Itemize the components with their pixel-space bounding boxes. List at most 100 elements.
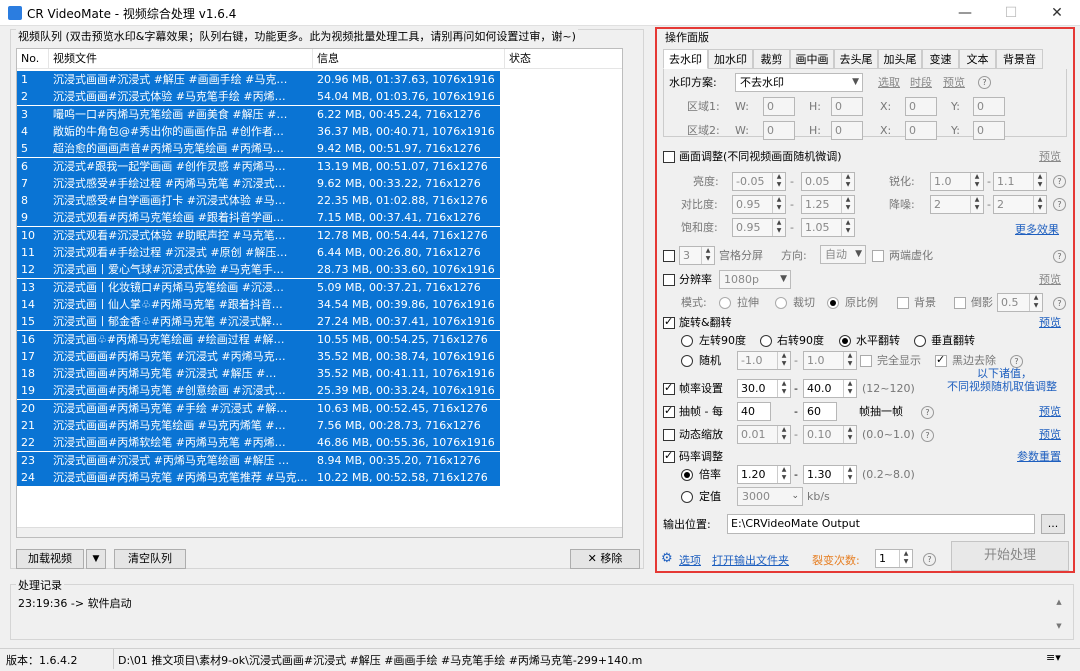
brightness-max[interactable]: 0.05 ▲ ▼: [801, 172, 855, 191]
contrast-min[interactable]: 0.95 ▲ ▼: [732, 195, 786, 214]
table-row[interactable]: 7 沉浸式感受#手绘过程 #丙烯马克笔 #沉浸式… 9.62 MB, 00:33.2…: [17, 174, 500, 192]
bitrate-ratio-max[interactable]: 1.30 ▲ ▼: [803, 465, 857, 484]
preview-link[interactable]: 预览: [943, 75, 965, 91]
table-row[interactable]: 4 敞姤的牛角包@#秀出你的画画作品 #创作者… 36.37 MB, 00:40.7…: [17, 122, 500, 140]
table-row[interactable]: 22 沉浸式画画#丙烯软绘笔 #丙烯马克笔 #丙烯… 46.86 MB, 00:55…: [17, 434, 500, 452]
tab-6[interactable]: 变速: [922, 49, 959, 69]
wm-scheme-select[interactable]: 不去水印 ▼: [735, 73, 863, 92]
fps-min[interactable]: 30.0 ▲ ▼: [737, 379, 791, 398]
area2-x-input[interactable]: 0: [905, 121, 937, 140]
bitrate-ratio-min[interactable]: 1.20 ▲ ▼: [737, 465, 791, 484]
brightness-min[interactable]: -0.05 ▲ ▼: [732, 172, 786, 191]
help-icon[interactable]: ?: [1053, 198, 1066, 211]
table-row[interactable]: 11 沉浸式观看#手绘过程 #沉浸式 #原创 #解压… 6.44 MB, 00:26…: [17, 244, 500, 261]
table-row[interactable]: 21 沉浸式画画#丙烯马克笔绘画 #马克丙烯笔 #… 7.56 MB, 00:28.…: [17, 417, 500, 434]
area1-y-input[interactable]: 0: [973, 97, 1005, 116]
zoom-max[interactable]: 0.10 ▲ ▼: [803, 425, 857, 444]
more-effects-link[interactable]: 更多效果: [1015, 222, 1059, 238]
grid-checkbox[interactable]: [663, 250, 675, 262]
area1-h-input[interactable]: 0: [831, 97, 863, 116]
table-row[interactable]: 13 沉浸式画丨化妆镜口#丙烯马克笔绘画 #沉浸… 5.09 MB, 00:37.2…: [17, 278, 500, 296]
tab-5[interactable]: 加头尾: [878, 49, 922, 69]
flip-v-radio[interactable]: [914, 335, 926, 347]
rotate-right-radio[interactable]: [760, 335, 772, 347]
tab-4[interactable]: 去头尾: [834, 49, 878, 69]
bitrate-reset-link[interactable]: 参数重置: [1017, 449, 1061, 465]
contrast-max[interactable]: 1.25 ▲ ▼: [801, 195, 855, 214]
bitrate-fixed-select[interactable]: 3000 ⌄: [737, 487, 803, 506]
adjust-preview-link[interactable]: 预览: [1039, 149, 1061, 165]
help-icon[interactable]: ?: [1053, 250, 1066, 263]
saturation-max[interactable]: 1.05 ▲ ▼: [801, 218, 855, 237]
table-row[interactable]: 1 沉浸式画画#沉浸式 #解压 #画画手绘 #马克… 20.96 MB, 01:37…: [17, 71, 500, 88]
rotate-checkbox[interactable]: [663, 315, 675, 329]
output-path-input[interactable]: E:\CRVideoMate Output: [727, 514, 1035, 534]
tab-3[interactable]: 画中画: [790, 49, 834, 69]
drop-frame-checkbox[interactable]: [663, 404, 675, 418]
shadow-checkbox[interactable]: [954, 297, 966, 309]
status-menu-icon[interactable]: ≡▾: [1046, 651, 1061, 664]
area2-w-input[interactable]: 0: [763, 121, 795, 140]
resolution-select[interactable]: 1080p ▼: [719, 270, 791, 289]
area1-x-input[interactable]: 0: [905, 97, 937, 116]
area2-h-input[interactable]: 0: [831, 121, 863, 140]
clear-queue-button[interactable]: 清空队列: [114, 549, 186, 569]
rotate-left-radio[interactable]: [681, 335, 693, 347]
minimize-button[interactable]: —: [942, 0, 988, 26]
help-icon[interactable]: ?: [923, 553, 936, 566]
options-link[interactable]: 选项: [679, 553, 701, 569]
table-row[interactable]: 3 嘬呜一口#丙烯马克笔绘画 #画美食 #解压 #… 6.22 MB, 00:45.…: [17, 105, 500, 123]
crop-radio[interactable]: [775, 297, 787, 309]
help-icon[interactable]: ?: [978, 76, 991, 89]
gear-icon[interactable]: ⚙: [661, 551, 673, 567]
fission-count[interactable]: 1 ▲ ▼: [875, 549, 913, 568]
fps-checkbox[interactable]: [663, 381, 675, 395]
bitrate-fixed-radio[interactable]: [681, 491, 693, 503]
help-icon[interactable]: ?: [921, 406, 934, 419]
table-row[interactable]: 17 沉浸式画画#丙烯马克笔 #沉浸式 #丙烯马克… 35.52 MB, 00:38…: [17, 347, 500, 365]
maximize-button[interactable]: ☐: [988, 0, 1034, 26]
table-row[interactable]: 14 沉浸式画丨仙人掌♧#丙烯马克笔 #跟着抖音… 34.54 MB, 00:39.…: [17, 295, 500, 313]
table-row[interactable]: 2 沉浸式画画#沉浸式体验 #马克笔手绘 #丙烯… 54.04 MB, 01:03.…: [17, 88, 500, 106]
bitrate-ratio-radio[interactable]: [681, 469, 693, 481]
table-row[interactable]: 10 沉浸式观看#沉浸式体验 #助眠声控 #马克笔… 12.78 MB, 00:54…: [17, 226, 500, 244]
start-button[interactable]: 开始处理: [951, 541, 1069, 571]
help-icon[interactable]: ?: [921, 429, 934, 442]
table-row[interactable]: 19 沉浸式画画#丙烯马克笔 #创意绘画 #沉浸式… 25.39 MB, 00:33…: [17, 382, 500, 400]
flip-h-radio[interactable]: [839, 335, 851, 347]
open-folder-link[interactable]: 打开输出文件夹: [712, 553, 789, 569]
drop-frame-preview-link[interactable]: 预览: [1039, 404, 1061, 420]
area1-w-input[interactable]: 0: [763, 97, 795, 116]
denoise-min[interactable]: 2 ▲ ▼: [930, 195, 984, 214]
fps-max[interactable]: 40.0 ▲ ▼: [803, 379, 857, 398]
stretch-radio[interactable]: [719, 297, 731, 309]
tab-0[interactable]: 去水印: [663, 49, 708, 69]
table-row[interactable]: 5 超治愈的画画声音#丙烯马克笔绘画 #丙烯马… 9.42 MB, 00:51.97…: [17, 140, 500, 158]
table-row[interactable]: 8 沉浸式感受#自学画画打卡 #沉浸式体验 #马… 22.35 MB, 01:02.…: [17, 192, 500, 210]
remove-button[interactable]: ✕ 移除: [570, 549, 640, 569]
shadow-value[interactable]: 0.5 ▲ ▼: [997, 293, 1043, 312]
pick-link[interactable]: 选取: [878, 75, 900, 91]
tab-7[interactable]: 文本: [959, 49, 996, 69]
table-row[interactable]: 18 沉浸式画画#丙烯马克笔 #沉浸式 #解压 #… 35.52 MB, 00:41…: [17, 365, 500, 383]
denoise-max[interactable]: 2 ▲ ▼: [993, 195, 1047, 214]
zoom-preview-link[interactable]: 预览: [1039, 427, 1061, 443]
table-row[interactable]: 24 沉浸式画画#丙烯马克笔 #丙烯马克笔推荐 #马克… 10.22 MB, 00:…: [17, 468, 500, 486]
saturation-min[interactable]: 0.95 ▲ ▼: [732, 218, 786, 237]
help-icon[interactable]: ?: [1053, 175, 1066, 188]
table-row[interactable]: 20 沉浸式画画#丙烯马克笔 #手绘 #沉浸式 #解… 10.63 MB, 00:5…: [17, 399, 500, 417]
col-header-info[interactable]: 信息: [313, 49, 505, 69]
zoom-checkbox[interactable]: [663, 429, 675, 441]
queue-table[interactable]: No. 视频文件 信息 状态 1 沉浸式画画#沉浸式 #解压 #画画手绘 #马克……: [16, 48, 623, 538]
grid-count[interactable]: 3 ▲ ▼: [679, 246, 715, 265]
rotate-preview-link[interactable]: 预览: [1039, 315, 1061, 331]
table-scrollbar[interactable]: [17, 527, 622, 537]
col-header-no[interactable]: No.: [17, 49, 49, 69]
background-checkbox[interactable]: [897, 297, 909, 309]
table-row[interactable]: 16 沉浸式画♧#丙烯马克笔绘画 #绘画过程 #解… 10.55 MB, 00:54…: [17, 330, 500, 348]
help-icon[interactable]: ?: [1053, 297, 1066, 310]
sharpen-max[interactable]: 1.1 ▲ ▼: [993, 172, 1047, 191]
sharpen-min[interactable]: 1.0 ▲ ▼: [930, 172, 984, 191]
col-header-file[interactable]: 视频文件: [49, 49, 313, 69]
load-video-button[interactable]: 加载视频: [16, 549, 84, 569]
